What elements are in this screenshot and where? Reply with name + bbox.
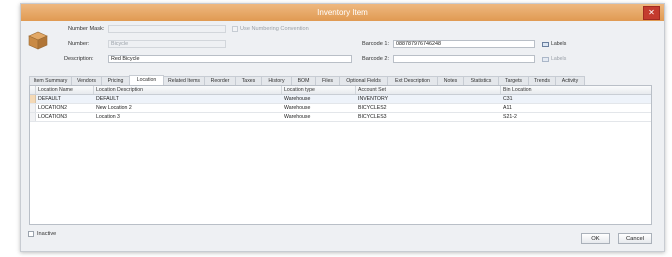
- description-label: Description:: [64, 56, 94, 62]
- tab-statistics[interactable]: Statistics: [463, 76, 499, 85]
- cell-account-set: BICYCLES2: [358, 105, 387, 111]
- cancel-button[interactable]: Cancel: [618, 233, 652, 244]
- tab-bom[interactable]: BOM: [291, 76, 316, 85]
- tab-location[interactable]: Location: [129, 75, 164, 85]
- column-header-bin-location[interactable]: Bin Location: [501, 86, 651, 94]
- tab-strip: Item Summary Vendors Pricing Location Re…: [29, 75, 652, 85]
- cell-location-description: DEFAULT: [96, 96, 119, 102]
- number-mask-label: Number Mask:: [68, 26, 105, 32]
- cell-account-set: INVENTORY: [358, 96, 389, 102]
- tab-trends[interactable]: Trends: [528, 76, 556, 85]
- tab-notes[interactable]: Notes: [437, 76, 464, 85]
- tab-ext-description[interactable]: Ext Description: [387, 76, 438, 85]
- inactive-checkbox[interactable]: [28, 231, 34, 237]
- tab-item-summary[interactable]: Item Summary: [29, 76, 72, 85]
- cell-bin-location: C31: [503, 96, 513, 102]
- tab-related-items[interactable]: Related Items: [163, 76, 205, 85]
- tab-reorder[interactable]: Reorder: [204, 76, 236, 85]
- number-mask-select[interactable]: [108, 25, 226, 33]
- cell-location-type: Warehouse: [284, 114, 311, 120]
- cell-bin-location: S21-2: [503, 114, 517, 120]
- table-row[interactable]: DEFAULT DEFAULT Warehouse INVENTORY C31: [30, 95, 651, 104]
- tab-optional-fields[interactable]: Optional Fields: [339, 76, 388, 85]
- tab-pricing[interactable]: Pricing: [101, 76, 130, 85]
- tab-vendors[interactable]: Vendors: [71, 76, 102, 85]
- cell-location-description: New Location 2: [96, 105, 132, 111]
- column-header-location-description[interactable]: Location Description: [94, 86, 282, 94]
- location-table[interactable]: Location Name Location Description Locat…: [29, 85, 652, 225]
- number-label: Number:: [68, 41, 90, 47]
- description-field[interactable]: Red Bicycle: [108, 55, 352, 63]
- label-icon: [542, 56, 549, 62]
- cell-location-name: DEFAULT: [38, 96, 61, 102]
- ok-button[interactable]: OK: [581, 233, 610, 244]
- cell-location-name: LOCATION2: [38, 105, 68, 111]
- cell-location-name: LOCATION3: [38, 114, 68, 120]
- table-row[interactable]: LOCATION3 Location 3 Warehouse BICYCLES3…: [30, 113, 651, 122]
- window-title: Inventory Item: [317, 8, 368, 17]
- tab-activity[interactable]: Activity: [555, 76, 585, 85]
- cell-location-type: Warehouse: [284, 105, 311, 111]
- labels-button-1-text: Labels: [551, 41, 567, 47]
- table-header: Location Name Location Description Locat…: [30, 86, 651, 95]
- number-field[interactable]: Bicycle: [108, 40, 226, 48]
- cell-account-set: BICYCLES3: [358, 114, 387, 120]
- labels-button-2-text: Labels: [551, 56, 567, 62]
- column-header-location-type[interactable]: Location type: [282, 86, 356, 94]
- barcode2-field[interactable]: [393, 55, 535, 63]
- label-icon: [542, 41, 549, 47]
- table-row[interactable]: LOCATION2 New Location 2 Warehouse BICYC…: [30, 104, 651, 113]
- column-header-account-set[interactable]: Account Set: [356, 86, 501, 94]
- cell-location-description: Location 3: [96, 114, 120, 120]
- tab-history[interactable]: History: [261, 76, 292, 85]
- barcode1-field[interactable]: 088787976746248: [393, 40, 535, 48]
- tab-files[interactable]: Files: [315, 76, 340, 85]
- tab-targets[interactable]: Targets: [498, 76, 529, 85]
- barcode2-label: Barcode 2:: [362, 56, 390, 62]
- box-icon: [28, 31, 48, 50]
- close-button[interactable]: ✕: [643, 6, 660, 20]
- tab-taxes[interactable]: Taxes: [235, 76, 262, 85]
- cell-location-type: Warehouse: [284, 96, 311, 102]
- inactive-label: Inactive: [37, 231, 57, 237]
- inventory-item-window: Inventory Item ✕ Number Mask: Use Number…: [20, 3, 665, 252]
- labels-button-2[interactable]: Labels: [542, 56, 566, 62]
- use-numbering-checkbox[interactable]: [232, 26, 238, 32]
- column-header-location-name[interactable]: Location Name: [36, 86, 94, 94]
- use-numbering-label: Use Numbering Convention: [240, 26, 309, 32]
- labels-button-1[interactable]: Labels: [542, 41, 566, 47]
- cell-bin-location: A11: [503, 105, 512, 111]
- title-bar[interactable]: Inventory Item ✕: [21, 4, 664, 21]
- barcode1-label: Barcode 1:: [362, 41, 390, 47]
